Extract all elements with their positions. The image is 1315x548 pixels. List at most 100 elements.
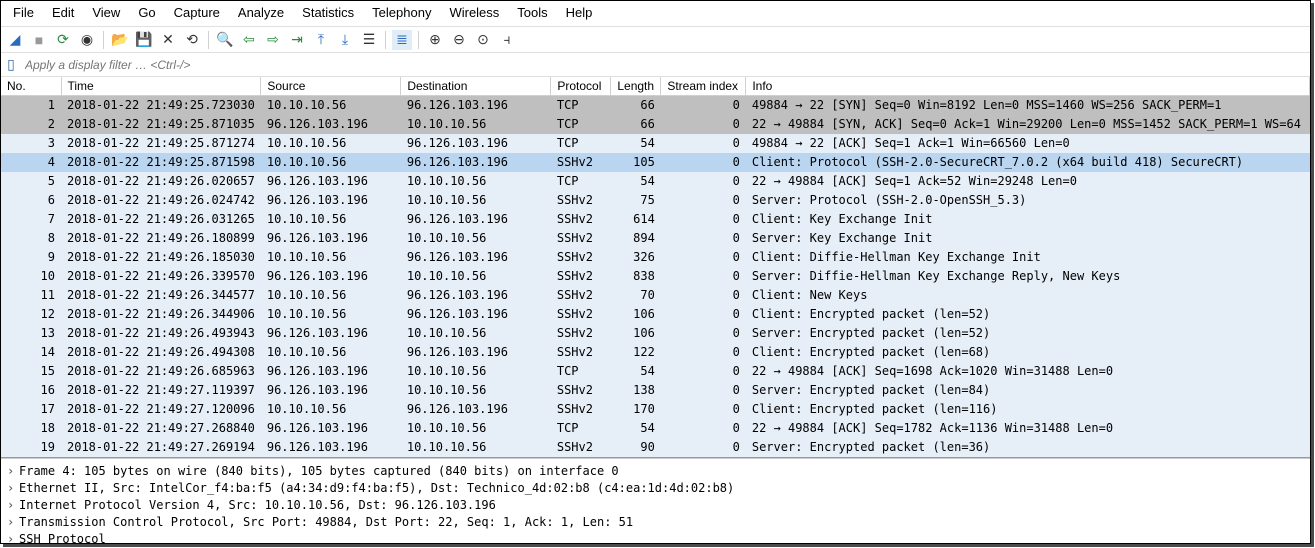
packet-row[interactable]: 102018-01-22 21:49:26.33957096.126.103.1…	[1, 267, 1310, 286]
packet-cell-len: 54	[611, 172, 661, 191]
go-to-first-icon[interactable]: ⤒	[311, 30, 331, 50]
packet-cell-info: Client: Encrypted packet (len=52)	[746, 305, 1310, 324]
save-file-icon[interactable]: 💾	[134, 30, 154, 50]
colorize-icon[interactable]: ≣	[392, 30, 412, 50]
column-header[interactable]: Destination	[401, 77, 551, 96]
packet-row[interactable]: 32018-01-22 21:49:25.87127410.10.10.5696…	[1, 134, 1310, 153]
find-packet-icon[interactable]: 🔍	[215, 30, 235, 50]
menu-help[interactable]: Help	[558, 3, 601, 22]
packet-row[interactable]: 62018-01-22 21:49:26.02474296.126.103.19…	[1, 191, 1310, 210]
packet-cell-idx: 0	[661, 210, 746, 229]
go-back-icon[interactable]: ⇦	[239, 30, 259, 50]
packet-row[interactable]: 82018-01-22 21:49:26.18089996.126.103.19…	[1, 229, 1310, 248]
zoom-out-icon[interactable]: ⊖	[449, 30, 469, 50]
column-header[interactable]: Length	[611, 77, 661, 96]
packet-row[interactable]: 142018-01-22 21:49:26.49430810.10.10.569…	[1, 343, 1310, 362]
column-header[interactable]: Info	[746, 77, 1310, 96]
packet-cell-time: 2018-01-22 21:49:27.269194	[61, 438, 261, 457]
open-file-icon[interactable]: 📂	[110, 30, 130, 50]
packet-cell-time: 2018-01-22 21:49:26.493943	[61, 324, 261, 343]
packet-cell-time: 2018-01-22 21:49:26.344577	[61, 286, 261, 305]
menu-edit[interactable]: Edit	[44, 3, 82, 22]
start-capture-icon[interactable]: ◢	[5, 30, 25, 50]
detail-item[interactable]: Internet Protocol Version 4, Src: 10.10.…	[7, 497, 1304, 514]
detail-item[interactable]: Transmission Control Protocol, Src Port:…	[7, 514, 1304, 531]
auto-scroll-icon[interactable]: ☰	[359, 30, 379, 50]
packet-cell-idx: 0	[661, 248, 746, 267]
packet-cell-len: 54	[611, 362, 661, 381]
packet-row[interactable]: 192018-01-22 21:49:27.26919496.126.103.1…	[1, 438, 1310, 457]
packet-cell-proto: SSHv2	[551, 248, 611, 267]
menu-tools[interactable]: Tools	[509, 3, 555, 22]
column-header[interactable]: No.	[1, 77, 61, 96]
packet-cell-proto: SSHv2	[551, 191, 611, 210]
packet-list[interactable]: No.TimeSourceDestinationProtocolLengthSt…	[1, 77, 1310, 458]
menu-telephony[interactable]: Telephony	[364, 3, 439, 22]
packet-cell-src: 96.126.103.196	[261, 172, 401, 191]
menu-capture[interactable]: Capture	[166, 3, 228, 22]
column-header[interactable]: Stream index	[661, 77, 746, 96]
go-to-last-icon[interactable]: ⤓	[335, 30, 355, 50]
stop-capture-icon[interactable]: ■	[29, 30, 49, 50]
zoom-reset-icon[interactable]: ⊙	[473, 30, 493, 50]
packet-row[interactable]: 92018-01-22 21:49:26.18503010.10.10.5696…	[1, 248, 1310, 267]
packet-cell-time: 2018-01-22 21:49:26.180899	[61, 229, 261, 248]
go-forward-icon[interactable]: ⇨	[263, 30, 283, 50]
zoom-in-icon[interactable]: ⊕	[425, 30, 445, 50]
packet-cell-dst: 96.126.103.196	[401, 305, 551, 324]
options-icon[interactable]: ◉	[77, 30, 97, 50]
packet-row[interactable]: 42018-01-22 21:49:25.87159810.10.10.5696…	[1, 153, 1310, 172]
packet-cell-proto: TCP	[551, 96, 611, 116]
menu-statistics[interactable]: Statistics	[294, 3, 362, 22]
close-file-icon[interactable]: ✕	[158, 30, 178, 50]
packet-row[interactable]: 172018-01-22 21:49:27.12009610.10.10.569…	[1, 400, 1310, 419]
reload-file-icon[interactable]: ⟲	[182, 30, 202, 50]
packet-row[interactable]: 152018-01-22 21:49:26.68596396.126.103.1…	[1, 362, 1310, 381]
packet-cell-proto: SSHv2	[551, 210, 611, 229]
packet-cell-idx: 0	[661, 305, 746, 324]
go-to-packet-icon[interactable]: ⇥	[287, 30, 307, 50]
detail-item[interactable]: SSH Protocol	[7, 531, 1304, 543]
packet-cell-proto: TCP	[551, 134, 611, 153]
packet-cell-no: 8	[1, 229, 61, 248]
packet-row[interactable]: 132018-01-22 21:49:26.49394396.126.103.1…	[1, 324, 1310, 343]
menu-go[interactable]: Go	[130, 3, 163, 22]
packet-cell-proto: TCP	[551, 172, 611, 191]
packet-cell-proto: SSHv2	[551, 153, 611, 172]
packet-cell-idx: 0	[661, 362, 746, 381]
column-header[interactable]: Source	[261, 77, 401, 96]
packet-row[interactable]: 52018-01-22 21:49:26.02065796.126.103.19…	[1, 172, 1310, 191]
packet-row[interactable]: 112018-01-22 21:49:26.34457710.10.10.569…	[1, 286, 1310, 305]
packet-cell-time: 2018-01-22 21:49:26.024742	[61, 191, 261, 210]
packet-cell-no: 10	[1, 267, 61, 286]
packet-cell-time: 2018-01-22 21:49:26.494308	[61, 343, 261, 362]
restart-capture-icon[interactable]: ⟳	[53, 30, 73, 50]
packet-row[interactable]: 122018-01-22 21:49:26.34490610.10.10.569…	[1, 305, 1310, 324]
packet-cell-len: 105	[611, 153, 661, 172]
packet-row[interactable]: 22018-01-22 21:49:25.87103596.126.103.19…	[1, 115, 1310, 134]
packet-cell-len: 170	[611, 400, 661, 419]
detail-item[interactable]: Ethernet II, Src: IntelCor_f4:ba:f5 (a4:…	[7, 480, 1304, 497]
packet-cell-len: 106	[611, 324, 661, 343]
column-header[interactable]: Protocol	[551, 77, 611, 96]
menu-analyze[interactable]: Analyze	[230, 3, 292, 22]
packet-row[interactable]: 12018-01-22 21:49:25.72303010.10.10.5696…	[1, 96, 1310, 116]
filter-bar: ▯	[1, 53, 1310, 77]
resize-columns-icon[interactable]: ⫞	[497, 30, 517, 50]
packet-cell-no: 11	[1, 286, 61, 305]
packet-row[interactable]: 182018-01-22 21:49:27.26884096.126.103.1…	[1, 419, 1310, 438]
menu-view[interactable]: View	[84, 3, 128, 22]
detail-item[interactable]: Frame 4: 105 bytes on wire (840 bits), 1…	[7, 463, 1304, 480]
packet-details[interactable]: Frame 4: 105 bytes on wire (840 bits), 1…	[1, 458, 1310, 543]
packet-cell-time: 2018-01-22 21:49:27.119397	[61, 381, 261, 400]
menu-wireless[interactable]: Wireless	[441, 3, 507, 22]
packet-row[interactable]: 162018-01-22 21:49:27.11939796.126.103.1…	[1, 381, 1310, 400]
packet-cell-idx: 0	[661, 134, 746, 153]
packet-cell-no: 14	[1, 343, 61, 362]
packet-cell-dst: 10.10.10.56	[401, 419, 551, 438]
column-header[interactable]: Time	[61, 77, 261, 96]
bookmark-icon[interactable]: ▯	[1, 56, 21, 73]
menu-file[interactable]: File	[5, 3, 42, 22]
display-filter-input[interactable]	[21, 56, 1310, 74]
packet-row[interactable]: 72018-01-22 21:49:26.03126510.10.10.5696…	[1, 210, 1310, 229]
